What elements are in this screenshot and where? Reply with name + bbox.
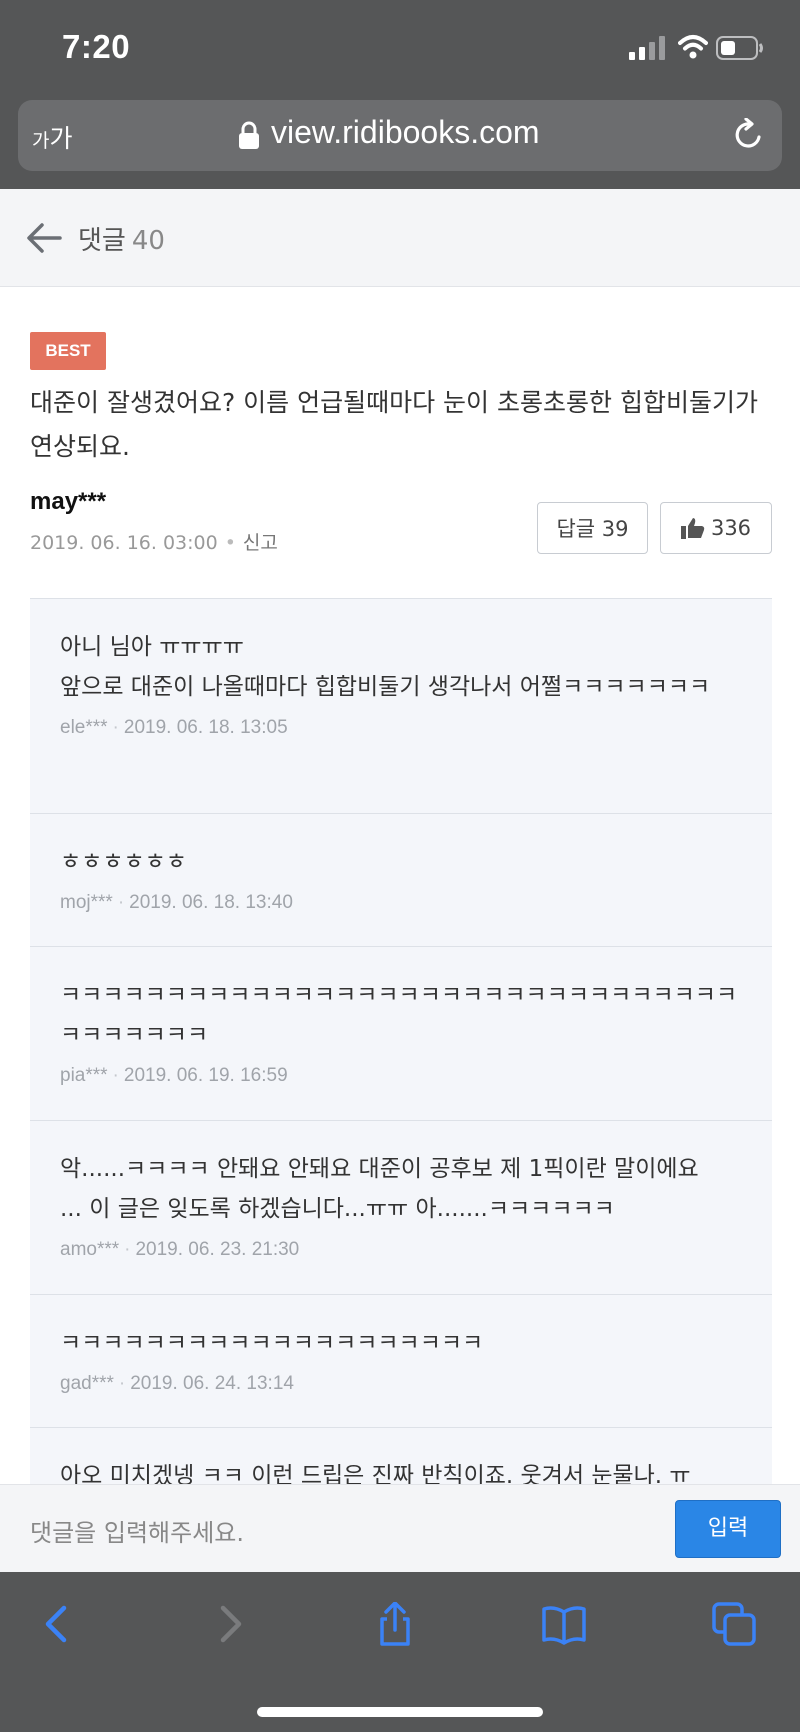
meta-separator: · (118, 1373, 126, 1394)
forward-icon[interactable] (207, 1602, 251, 1646)
browser-chrome: 7:20 가가 view.ridibooks.com (0, 0, 800, 189)
reply-text-line: 악......ㅋㅋㅋㅋ 안돼요 안돼요 대준이 공후보 제 1픽이란 말이에요 (60, 1156, 699, 1182)
status-time: 7:20 (62, 28, 131, 65)
address-bar[interactable]: 가가 view.ridibooks.com (18, 100, 782, 171)
text-size-button[interactable]: 가가 (32, 119, 73, 155)
reply-meta: ele*** · 2019. 06. 18. 13:05 (60, 717, 742, 739)
comment-count: 40 (131, 226, 165, 256)
meta-separator: · (124, 1239, 131, 1260)
page-title-text: 댓글 (78, 226, 126, 256)
reply-text-line: 아니 님아 ㅠㅠㅠㅠ (60, 634, 244, 660)
reply-meta: gad*** · 2019. 06. 24. 13:14 (60, 1373, 742, 1395)
like-count: 336 (710, 516, 752, 540)
cellular-signal-icon (629, 36, 665, 60)
comments-header: 댓글 40 (0, 189, 800, 287)
report-link[interactable]: 신고 (243, 532, 278, 554)
submit-button[interactable]: 입력 (675, 1500, 781, 1558)
reply-user: moj*** (60, 892, 113, 913)
reply-item: 아니 님아 ㅠㅠㅠㅠ 앞으로 대준이 나올때마다 힙합비둘기 생각나서 어쩔ㅋㅋㅋ… (30, 599, 772, 814)
meta-separator: · (112, 717, 119, 738)
reply-text: ㅎㅎㅎㅎㅎㅎ (60, 842, 742, 882)
wifi-icon (678, 35, 708, 59)
reply-text-line: ㅋㅋㅋㅋㅋㅋㅋㅋㅋㅋㅋㅋㅋㅋㅋㅋㅋㅋㅋㅋㅋㅋㅋㅋㅋㅋㅋㅋㅋㅋㅋㅋㅋㅋㅋㅋㅋㅋㅋ (60, 982, 738, 1048)
reply-item: 악......ㅋㅋㅋㅋ 안돼요 안돼요 대준이 공후보 제 1픽이란 말이에요.… (30, 1121, 772, 1295)
reply-text: 악......ㅋㅋㅋㅋ 안돼요 안돼요 대준이 공후보 제 1픽이란 말이에요.… (60, 1149, 742, 1229)
reply-button-label: 답글 39 (556, 517, 629, 541)
reply-item: 아오 미치겠넹 ㅋㅋ 이런 드립은 진짜 반칙이죠. 웃겨서 눈물나. ㅠ (30, 1428, 772, 1484)
meta-separator: · (117, 892, 125, 913)
reply-text-line: ㅋㅋㅋㅋㅋㅋㅋㅋㅋㅋㅋㅋㅋㅋㅋㅋㅋㅋㅋㅋ (60, 1330, 484, 1356)
reply-meta: amo*** · 2019. 06. 23. 21:30 (60, 1239, 742, 1261)
home-indicator (257, 1707, 543, 1717)
reply-date: 2019. 06. 18. 13:05 (123, 717, 288, 738)
reply-button[interactable]: 답글 39 (537, 502, 648, 554)
replies-list[interactable]: 아니 님아 ㅠㅠㅠㅠ 앞으로 대준이 나올때마다 힙합비둘기 생각나서 어쩔ㅋㅋㅋ… (30, 598, 772, 1484)
reply-text: ㅋㅋㅋㅋㅋㅋㅋㅋㅋㅋㅋㅋㅋㅋㅋㅋㅋㅋㅋㅋ (60, 1323, 742, 1363)
best-comment-user: may*** (30, 488, 107, 515)
reply-user: amo*** (60, 1239, 120, 1260)
thumbs-up-icon (680, 518, 705, 539)
text-size-small-label: 가 (32, 130, 50, 152)
reply-date: 2019. 06. 19. 16:59 (123, 1065, 288, 1086)
reply-user: pia*** (60, 1065, 108, 1086)
meta-separator: • (224, 532, 236, 554)
reply-text: 아니 님아 ㅠㅠㅠㅠ 앞으로 대준이 나올때마다 힙합비둘기 생각나서 어쩔ㅋㅋㅋ… (60, 627, 742, 707)
comment-input-bar: 댓글을 입력해주세요. 입력 (0, 1484, 800, 1572)
reply-date: 2019. 06. 24. 13:14 (130, 1373, 294, 1394)
bookmarks-icon[interactable] (542, 1602, 586, 1646)
reply-text-line: ㅎㅎㅎㅎㅎㅎ (60, 849, 187, 875)
reply-user: ele*** (60, 717, 108, 738)
reply-meta: moj*** · 2019. 06. 18. 13:40 (60, 892, 742, 914)
reply-text-line: 아오 미치겠넹 ㅋㅋ 이런 드립은 진짜 반칙이죠. 웃겨서 눈물나. ㅠ (60, 1463, 691, 1484)
lock-icon (239, 121, 259, 149)
like-button[interactable]: 336 (660, 502, 772, 554)
reply-item: ㅎㅎㅎㅎㅎㅎ moj*** · 2019. 06. 18. 13:40 (30, 814, 772, 947)
back-icon[interactable] (36, 1602, 80, 1646)
best-comment-meta: 2019. 06. 16. 03:00 • 신고 (30, 528, 278, 555)
url-text: view.ridibooks.com (271, 114, 540, 150)
reply-date: 2019. 06. 23. 21:30 (135, 1239, 300, 1260)
meta-separator: · (112, 1065, 119, 1086)
best-comment-date: 2019. 06. 16. 03:00 (30, 532, 218, 554)
reply-user: gad*** (60, 1373, 114, 1394)
battery-icon (716, 36, 763, 60)
best-badge: BEST (30, 332, 106, 370)
reply-text: 아오 미치겠넹 ㅋㅋ 이런 드립은 진짜 반칙이죠. 웃겨서 눈물나. ㅠ (60, 1456, 742, 1484)
reply-text-line: ... 이 글은 잊도록 하겠습니다...ㅠㅠ 아.......ㅋㅋㅋㅋㅋㅋ (60, 1196, 615, 1222)
text-size-large-label: 가 (49, 124, 73, 153)
back-arrow-icon[interactable] (26, 222, 62, 254)
reply-meta: pia*** · 2019. 06. 19. 16:59 (60, 1065, 742, 1087)
reply-item: ㅋㅋㅋㅋㅋㅋㅋㅋㅋㅋㅋㅋㅋㅋㅋㅋㅋㅋㅋㅋ gad*** · 2019. 06. 24… (30, 1295, 772, 1428)
best-comment-text: 대준이 잘생겼어요? 이름 언급될때마다 눈이 초롱초롱한 힙합비둘기가 연상되… (30, 388, 758, 461)
share-icon[interactable] (373, 1602, 417, 1646)
reload-icon[interactable] (732, 118, 766, 152)
reply-text: ㅋㅋㅋㅋㅋㅋㅋㅋㅋㅋㅋㅋㅋㅋㅋㅋㅋㅋㅋㅋㅋㅋㅋㅋㅋㅋㅋㅋㅋㅋㅋㅋㅋㅋㅋㅋㅋㅋㅋ (60, 975, 742, 1055)
comment-input[interactable]: 댓글을 입력해주세요. (30, 1513, 244, 1548)
tabs-icon[interactable] (712, 1602, 756, 1646)
reply-item: ㅋㅋㅋㅋㅋㅋㅋㅋㅋㅋㅋㅋㅋㅋㅋㅋㅋㅋㅋㅋㅋㅋㅋㅋㅋㅋㅋㅋㅋㅋㅋㅋㅋㅋㅋㅋㅋㅋㅋ … (30, 947, 772, 1121)
reply-text-line: 앞으로 대준이 나올때마다 힙합비둘기 생각나서 어쩔ㅋㅋㅋㅋㅋㅋㅋ (60, 674, 711, 700)
page-title: 댓글 40 (78, 220, 165, 257)
reply-date: 2019. 06. 18. 13:40 (129, 892, 293, 913)
